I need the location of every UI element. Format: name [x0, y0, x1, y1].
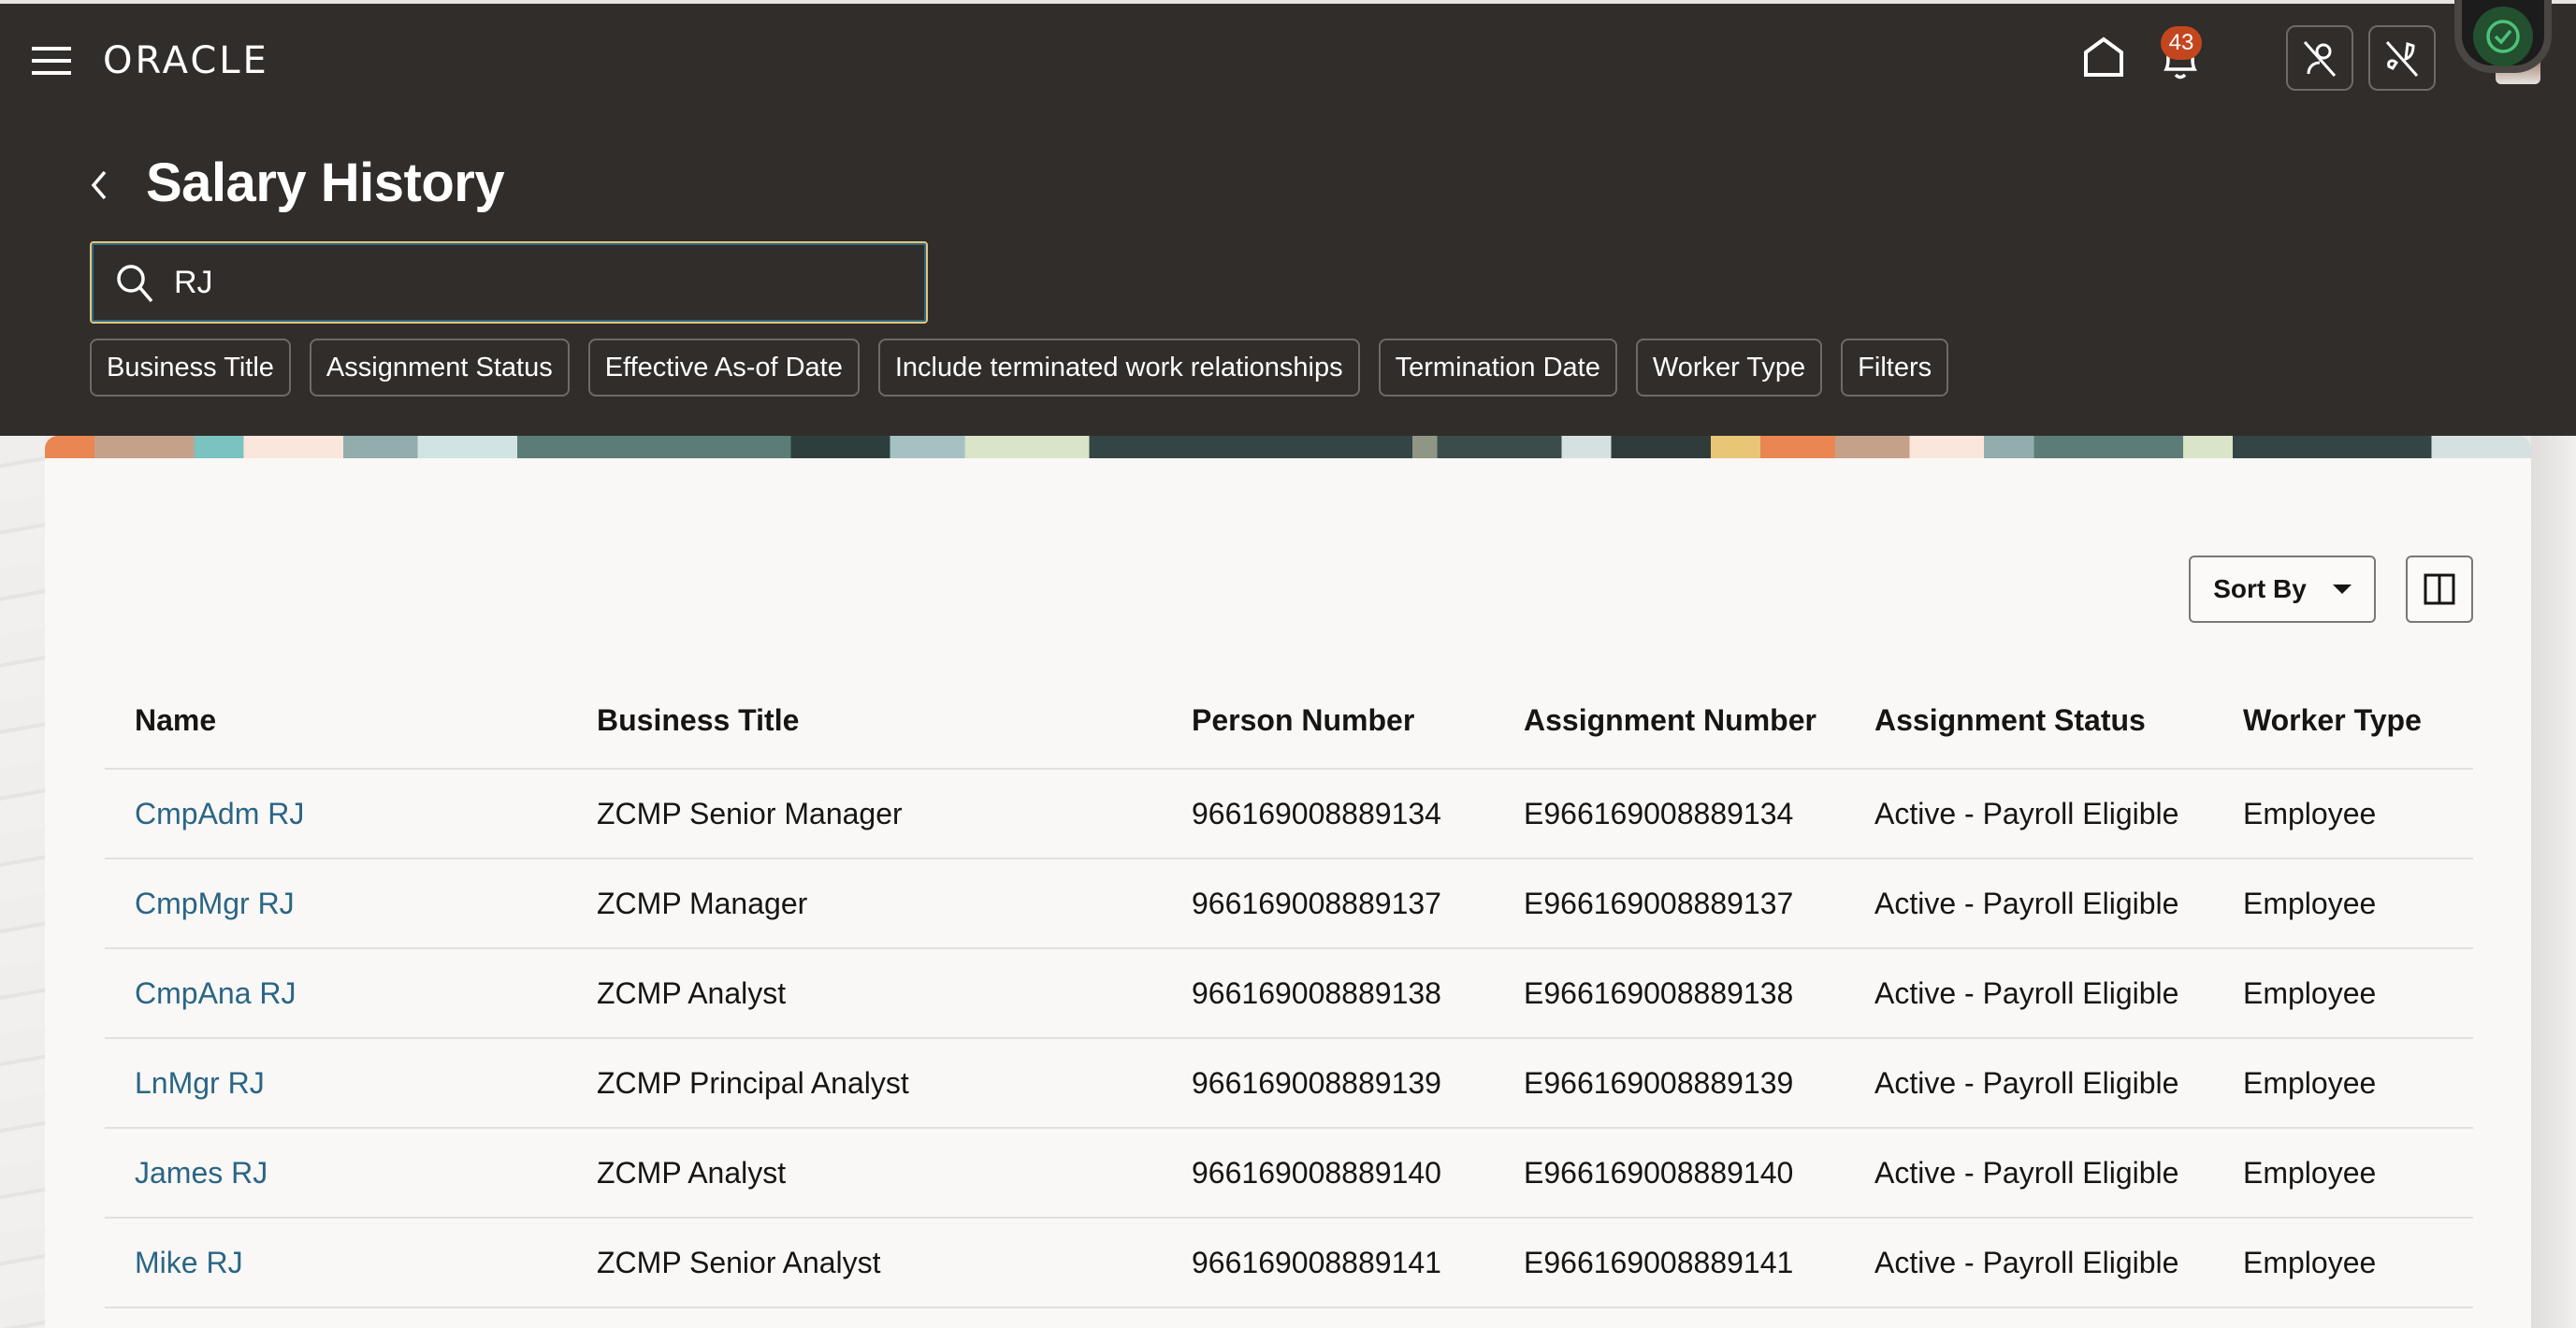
person-number-cell: 966169008889134	[1162, 769, 1494, 859]
assignment-number-cell: E966169008889137	[1494, 859, 1845, 949]
worker-type-cell: Employee	[2213, 1038, 2473, 1129]
person-name-link[interactable]: James RJ	[135, 1156, 268, 1190]
sort-by-label: Sort By	[2213, 574, 2307, 603]
table-row[interactable]: Mike RJ ZCMP Senior Analyst 966169008889…	[105, 1218, 2473, 1308]
column-header-assignment-number[interactable]: Assignment Number	[1494, 673, 1845, 770]
assignment-number-cell: E966169008889134	[1494, 769, 1845, 859]
search-field[interactable]	[90, 241, 928, 324]
column-layout-icon	[2424, 573, 2455, 605]
sort-by-button[interactable]: Sort By	[2189, 556, 2376, 623]
filter-chip-termination-date[interactable]: Termination Date	[1378, 339, 1617, 397]
search-icon	[117, 265, 153, 303]
worker-type-cell: Employee	[2213, 769, 2473, 859]
back-chevron-left-icon[interactable]	[86, 166, 114, 204]
home-icon[interactable]	[2082, 36, 2125, 79]
table-row[interactable]: CmpAdm RJ ZCMP Senior Manager 9661690088…	[105, 769, 2473, 859]
person-number-cell: 966169008889137	[1162, 859, 1494, 949]
assignment-status-cell: Active - Payroll Eligible	[1845, 1038, 2213, 1129]
phone-off-icon	[2385, 41, 2419, 77]
table-row[interactable]: James RJ ZCMP Analyst 966169008889140 E9…	[105, 1128, 2473, 1219]
assignment-number-cell: E966169008889140	[1494, 1128, 1845, 1219]
filter-chip-assignment-status[interactable]: Assignment Status	[309, 339, 570, 397]
filter-chip-effective-date[interactable]: Effective As-of Date	[587, 339, 860, 397]
assignment-status-cell: Active - Payroll Eligible	[1845, 859, 2213, 949]
table-row[interactable]: CmpMgr RJ ZCMP Manager 966169008889137 E…	[105, 859, 2473, 949]
column-header-assignment-status[interactable]: Assignment Status	[1845, 673, 2213, 770]
business-title-cell: ZCMP Manager	[567, 859, 1162, 949]
filter-chip-include-terminated[interactable]: Include terminated work relationships	[877, 339, 1360, 397]
assignment-number-cell: E966169008889141	[1494, 1218, 1845, 1308]
notification-count-badge: 43	[2161, 26, 2202, 60]
table-header-row: Name Business Title Person Number Assign…	[105, 673, 2473, 770]
filter-chips: Business Title Assignment Status Effecti…	[90, 339, 1949, 397]
person-off-button[interactable]	[2286, 25, 2353, 91]
hamburger-menu-icon[interactable]	[32, 47, 71, 75]
person-name-link[interactable]: CmpMgr RJ	[135, 887, 295, 920]
worker-type-cell: Employee	[2213, 1128, 2473, 1219]
column-layout-button[interactable]	[2406, 556, 2473, 623]
status-indicator[interactable]	[2454, 0, 2552, 73]
table-row[interactable]: CmpAna RJ ZCMP Analyst 966169008889138 E…	[105, 948, 2473, 1039]
column-header-worker-type[interactable]: Worker Type	[2213, 673, 2473, 770]
worker-type-cell: Employee	[2213, 948, 2473, 1039]
decorative-banner	[45, 436, 2531, 458]
phone-off-button[interactable]	[2368, 25, 2436, 91]
assignment-status-cell: Active - Payroll Eligible	[1845, 948, 2213, 1039]
filter-chip-business-title[interactable]: Business Title	[90, 339, 291, 397]
table-row[interactable]: LnMgr RJ ZCMP Principal Analyst 96616900…	[105, 1038, 2473, 1129]
worker-type-cell: Employee	[2213, 859, 2473, 949]
filters-button[interactable]: Filters	[1841, 339, 1949, 397]
filter-chip-worker-type[interactable]: Worker Type	[1635, 339, 1823, 397]
person-number-cell: 966169008889139	[1162, 1038, 1494, 1129]
column-header-person-number[interactable]: Person Number	[1162, 673, 1494, 770]
person-number-cell: 966169008889140	[1162, 1128, 1494, 1219]
assignment-status-cell: Active - Payroll Eligible	[1845, 769, 2213, 859]
person-off-icon	[2303, 41, 2337, 77]
person-name-link[interactable]: CmpAdm RJ	[135, 797, 304, 830]
person-name-link[interactable]: LnMgr RJ	[135, 1066, 265, 1100]
person-name-link[interactable]: Mike RJ	[135, 1246, 243, 1279]
person-number-cell: 966169008889141	[1162, 1218, 1494, 1308]
business-title-cell: ZCMP Analyst	[567, 1128, 1162, 1219]
assignment-number-cell: E966169008889139	[1494, 1038, 1845, 1129]
business-title-cell: ZCMP Principal Analyst	[567, 1038, 1162, 1129]
worker-type-cell: Employee	[2213, 1218, 2473, 1308]
business-title-cell: ZCMP Analyst	[567, 948, 1162, 1039]
assignment-status-cell: Active - Payroll Eligible	[1845, 1128, 2213, 1219]
salary-history-table: Name Business Title Person Number Assign…	[105, 673, 2473, 1308]
page-title: Salary History	[146, 152, 505, 213]
search-input[interactable]	[174, 256, 904, 309]
person-name-link[interactable]: CmpAna RJ	[135, 976, 297, 1010]
background-texture-right	[2531, 436, 2576, 1328]
assignment-status-cell: Active - Payroll Eligible	[1845, 1218, 2213, 1308]
oracle-logo[interactable]: ORACLE	[103, 39, 269, 82]
column-header-name[interactable]: Name	[105, 673, 567, 770]
check-circle-icon	[2486, 20, 2520, 53]
caret-down-icon	[2332, 585, 2352, 594]
business-title-cell: ZCMP Senior Analyst	[567, 1218, 1162, 1308]
assignment-number-cell: E966169008889138	[1494, 948, 1845, 1039]
column-header-business-title[interactable]: Business Title	[567, 673, 1162, 770]
business-title-cell: ZCMP Senior Manager	[567, 769, 1162, 859]
background-texture-left	[0, 436, 45, 1328]
person-number-cell: 966169008889138	[1162, 948, 1494, 1039]
